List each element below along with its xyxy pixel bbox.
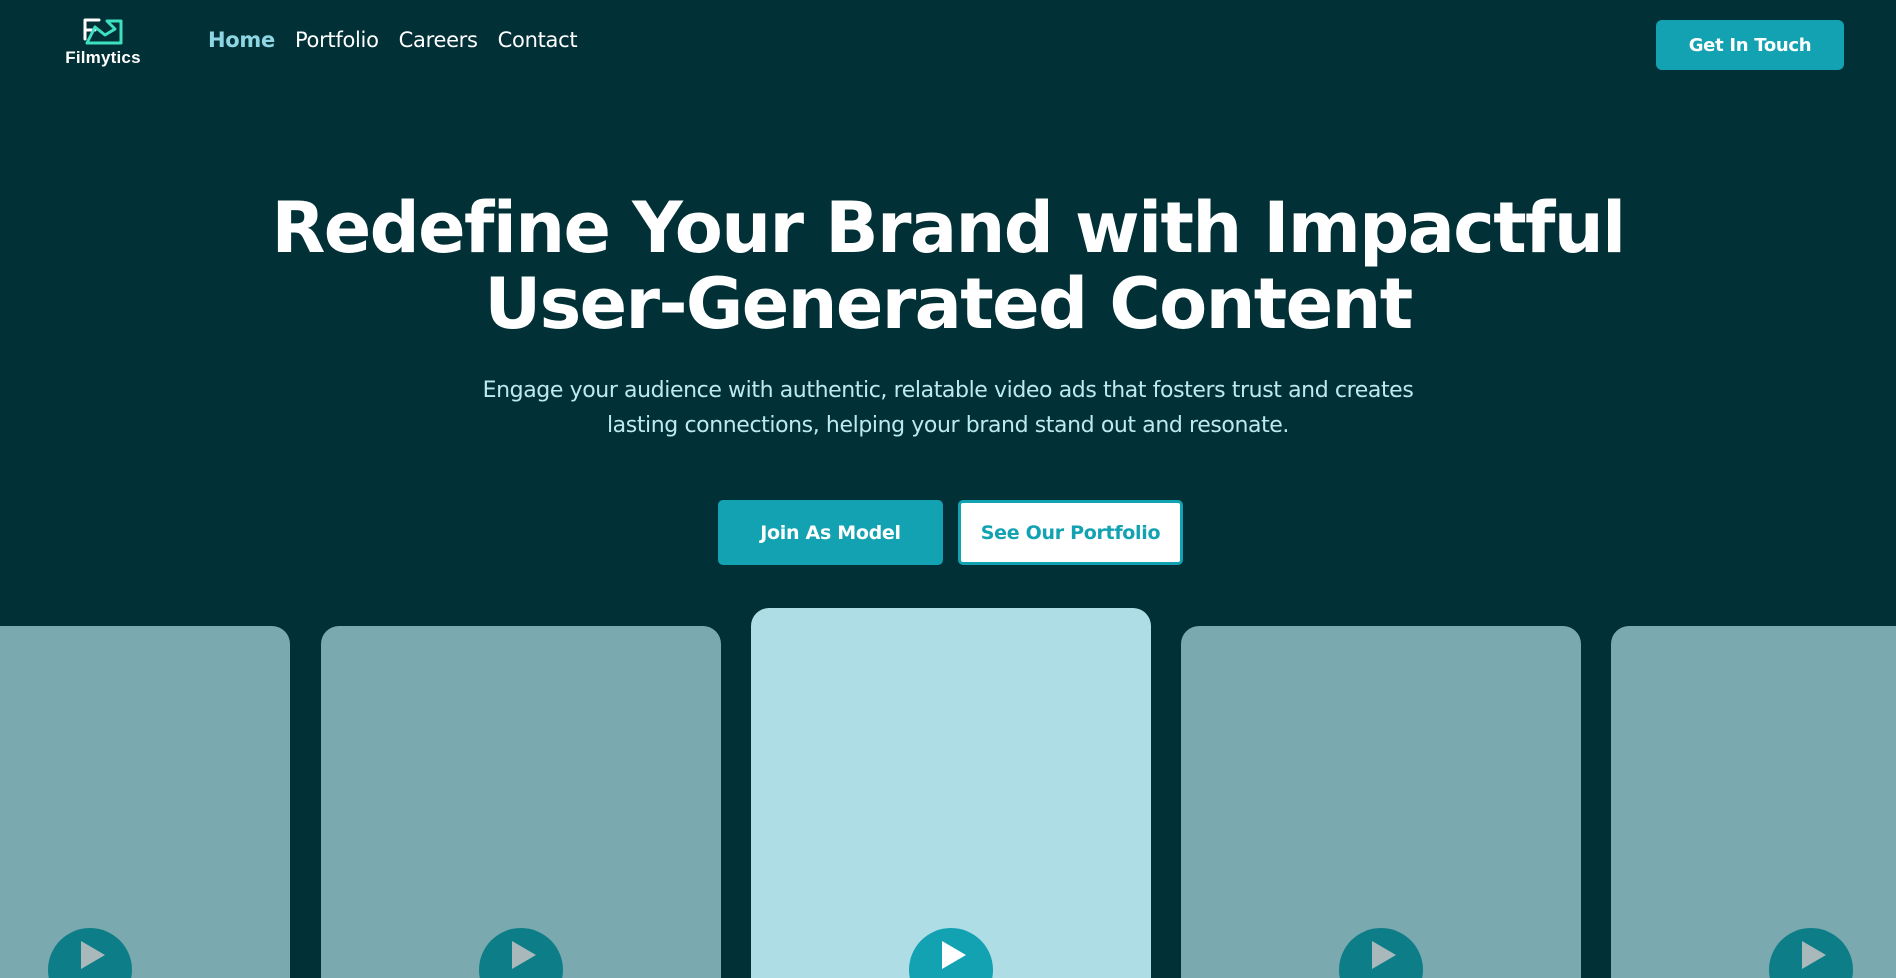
- hero-title-line-2: User-Generated Content: [484, 263, 1413, 345]
- play-icon: [942, 941, 966, 969]
- video-card-4[interactable]: [1181, 626, 1581, 978]
- video-card-1[interactable]: [0, 626, 290, 978]
- play-button[interactable]: [1769, 928, 1853, 978]
- hero-subtitle-line-1: Engage your audience with authentic, rel…: [482, 378, 1414, 403]
- hero-title: Redefine Your Brand with Impactful User-…: [0, 190, 1896, 342]
- play-icon: [81, 941, 105, 969]
- play-button[interactable]: [479, 928, 563, 978]
- play-icon: [1802, 941, 1826, 969]
- see-portfolio-button[interactable]: See Our Portfolio: [958, 500, 1183, 565]
- brand-name: Filmytics: [65, 48, 141, 67]
- brand-logo[interactable]: Filmytics: [58, 17, 148, 73]
- hero-title-line-1: Redefine Your Brand with Impactful: [271, 187, 1626, 269]
- play-icon: [1372, 941, 1396, 969]
- video-card-5[interactable]: [1611, 626, 1896, 978]
- nav-item-portfolio[interactable]: Portfolio: [295, 30, 379, 51]
- video-card-2[interactable]: [321, 626, 721, 978]
- play-button[interactable]: [909, 928, 993, 978]
- video-card-featured[interactable]: [751, 608, 1151, 978]
- nav-item-careers[interactable]: Careers: [399, 30, 478, 51]
- hero-subtitle-line-2: lasting connections, helping your brand …: [606, 413, 1290, 438]
- landing-page: Filmytics Home Portfolio Careers Contact…: [0, 0, 1896, 978]
- play-button[interactable]: [48, 928, 132, 978]
- nav-item-home[interactable]: Home: [208, 30, 275, 51]
- hero-subtitle: Engage your audience with authentic, rel…: [448, 373, 1448, 443]
- play-button[interactable]: [1339, 928, 1423, 978]
- filmytics-logo-icon: [83, 18, 123, 45]
- nav-item-contact[interactable]: Contact: [498, 30, 578, 51]
- get-in-touch-button[interactable]: Get In Touch: [1656, 20, 1844, 70]
- play-icon: [512, 941, 536, 969]
- main-nav: Home Portfolio Careers Contact: [208, 30, 578, 51]
- join-as-model-button[interactable]: Join As Model: [718, 500, 943, 565]
